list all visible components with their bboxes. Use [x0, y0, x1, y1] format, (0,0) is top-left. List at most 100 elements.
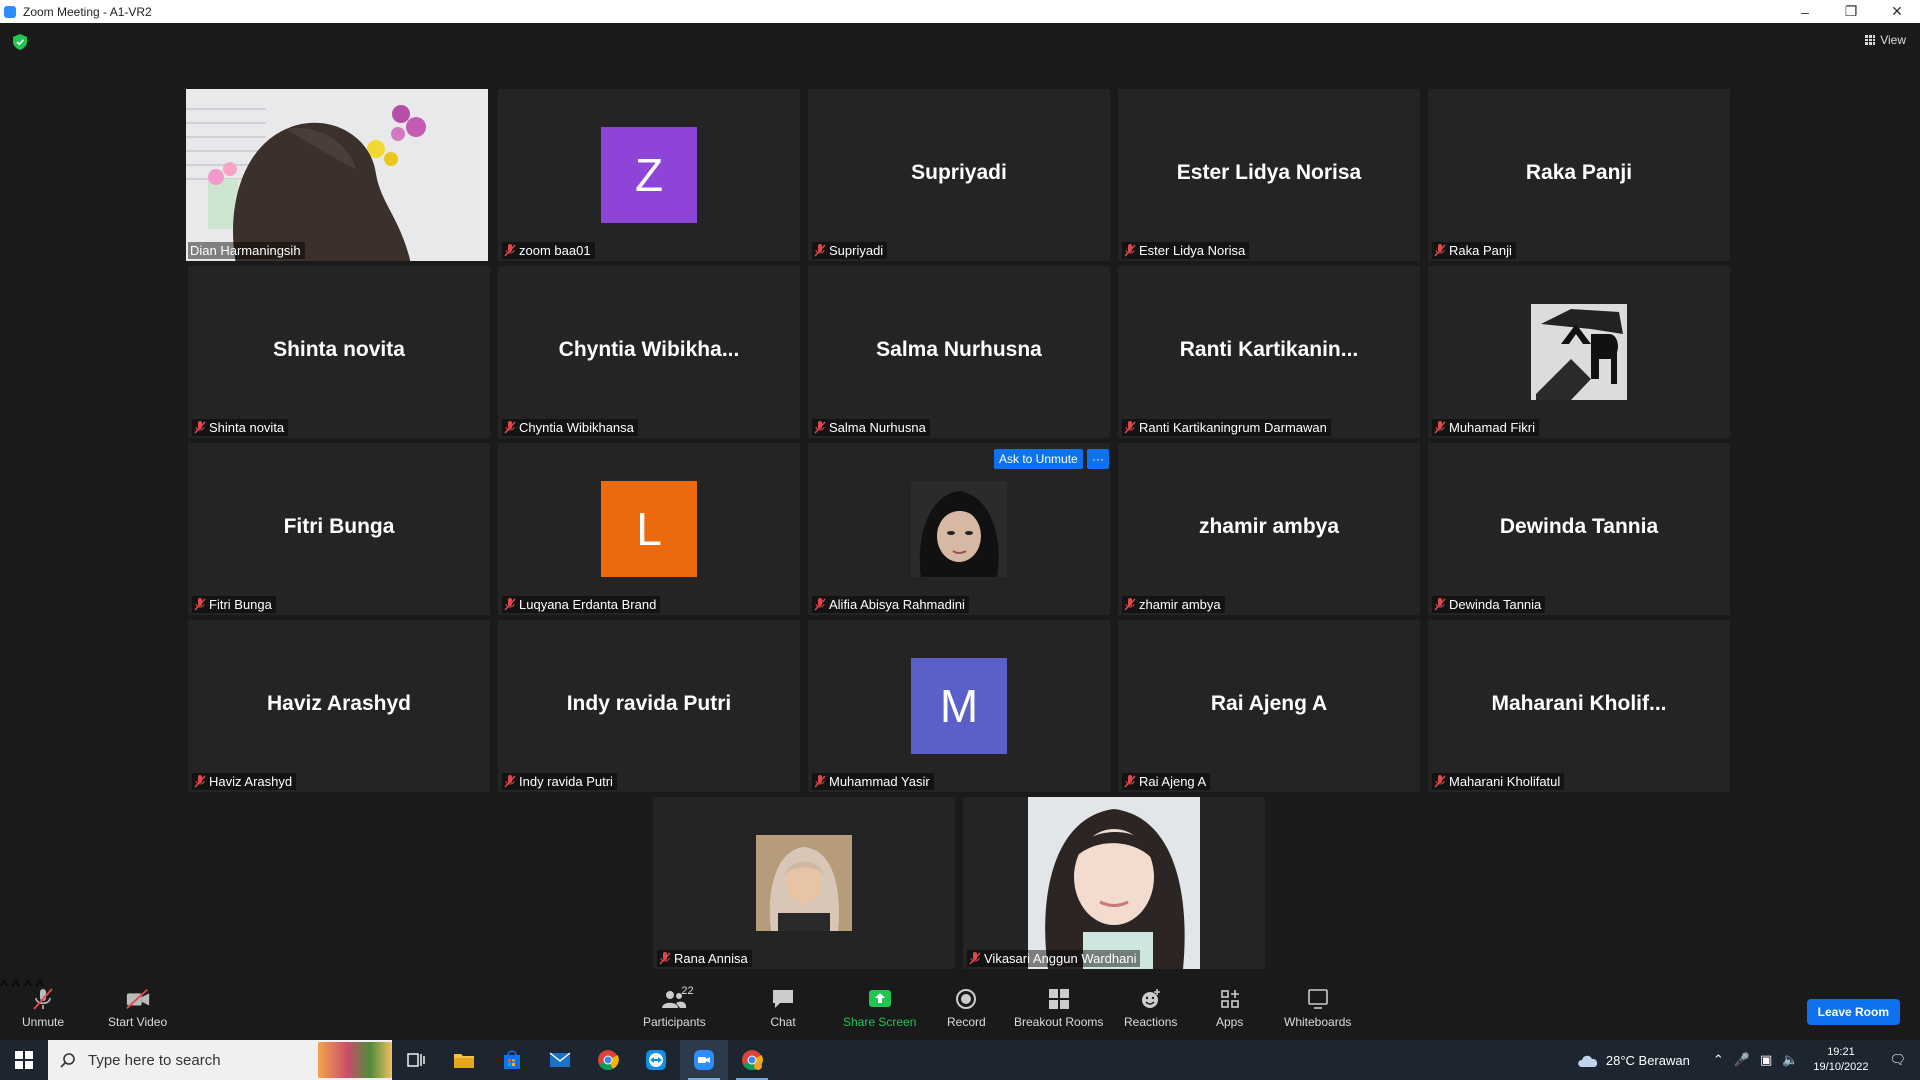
- taskbar-store[interactable]: [488, 1040, 536, 1080]
- muted-mic-icon: [1434, 775, 1446, 788]
- participant-tile[interactable]: zhamir ambya zhamir ambya: [1118, 443, 1420, 615]
- participant-tile[interactable]: Supriyadi Supriyadi: [808, 89, 1110, 261]
- unmute-button[interactable]: Unmute: [22, 988, 64, 1029]
- participant-tile[interactable]: Indy ravida Putri Indy ravida Putri: [498, 620, 800, 792]
- profile-picture: [756, 835, 852, 931]
- record-button[interactable]: Record: [947, 988, 986, 1029]
- participant-tile[interactable]: Rai Ajeng A Rai Ajeng A: [1118, 620, 1420, 792]
- profile-picture: [1531, 304, 1627, 400]
- participant-video-dian: [186, 89, 488, 261]
- task-view-button[interactable]: [392, 1040, 440, 1080]
- ask-to-unmute-button[interactable]: Ask to Unmute: [994, 449, 1083, 469]
- weather-widget[interactable]: 28°C Berawan: [1576, 1052, 1690, 1068]
- leave-room-button[interactable]: Leave Room: [1806, 999, 1900, 1025]
- taskbar-file-explorer[interactable]: [440, 1040, 488, 1080]
- video-options-chevron-icon[interactable]: ^: [12, 978, 20, 995]
- clock[interactable]: 19:21 19/10/2022: [1813, 1045, 1868, 1075]
- muted-mic-icon: [1434, 598, 1446, 611]
- taskbar-chrome[interactable]: [584, 1040, 632, 1080]
- taskbar-zoom[interactable]: [680, 1040, 728, 1080]
- taskbar-mail[interactable]: [536, 1040, 584, 1080]
- zoom-icon: [694, 1050, 714, 1070]
- view-button[interactable]: View: [1865, 33, 1906, 47]
- participant-tile[interactable]: Haviz Arashyd Haviz Arashyd: [188, 620, 490, 792]
- participant-tile[interactable]: Raka Panji Raka Panji: [1428, 89, 1730, 261]
- muted-mic-icon: [504, 775, 516, 788]
- participant-tile[interactable]: Vikasari Anggun Wardhani: [963, 797, 1265, 969]
- participants-button[interactable]: 22 Participants: [643, 985, 706, 1029]
- participant-name-label: Chyntia Wibikhansa: [502, 419, 638, 436]
- encryption-shield-icon[interactable]: [13, 34, 27, 50]
- muted-mic-icon: [504, 421, 516, 434]
- participant-tile[interactable]: Ester Lidya Norisa Ester Lidya Norisa: [1118, 89, 1420, 261]
- meeting-toolbar: Unmute ^ Start Video ^ 22 Participants C…: [0, 978, 1920, 1040]
- windows-logo-icon: [15, 1051, 33, 1069]
- muted-mic-icon: [194, 775, 206, 788]
- reactions-button[interactable]: Reactions: [1124, 988, 1177, 1029]
- start-video-button[interactable]: Start Video: [108, 988, 167, 1029]
- participant-display-name: Salma Nurhusna: [876, 338, 1042, 361]
- volume-icon[interactable]: 🔈: [1782, 1052, 1798, 1068]
- apps-button[interactable]: Apps: [1216, 988, 1243, 1029]
- muted-mic-icon: [194, 598, 206, 611]
- breakout-rooms-icon: [1046, 988, 1072, 1010]
- whiteboards-button[interactable]: Whiteboards: [1284, 988, 1351, 1029]
- participant-name-label: Haviz Arashyd: [192, 773, 297, 790]
- muted-mic-icon: [1124, 775, 1136, 788]
- breakout-rooms-button[interactable]: Breakout Rooms: [1014, 988, 1103, 1029]
- search-icon: [60, 1053, 75, 1068]
- participant-tile[interactable]: M Muhammad Yasir: [808, 620, 1110, 792]
- muted-mic-icon: [1434, 421, 1446, 434]
- muted-mic-icon: [969, 952, 981, 965]
- start-button[interactable]: [0, 1040, 48, 1080]
- participant-tile[interactable]: Chyntia Wibikha... Chyntia Wibikhansa: [498, 266, 800, 438]
- cloud-icon: [1578, 1055, 1598, 1067]
- microphone-tray-icon[interactable]: 🎤: [1734, 1052, 1750, 1068]
- participant-tile[interactable]: Shinta novita Shinta novita: [188, 266, 490, 438]
- muted-microphone-icon: [30, 988, 56, 1010]
- chat-button[interactable]: Chat: [770, 988, 796, 1029]
- participant-name-label: Raka Panji: [1432, 242, 1516, 259]
- participant-name-label: Shinta novita: [192, 419, 289, 436]
- participant-display-name: Haviz Arashyd: [267, 692, 411, 715]
- muted-mic-icon: [194, 421, 206, 434]
- participant-display-name: Ranti Kartikanin...: [1179, 338, 1359, 361]
- view-label: View: [1880, 33, 1906, 47]
- participant-video-vikasari: [1028, 797, 1200, 969]
- zoom-app-icon: [4, 5, 16, 18]
- close-button[interactable]: ✕: [1874, 0, 1920, 23]
- participant-tile[interactable]: Rana Annisa: [653, 797, 955, 969]
- taskbar-remote-app[interactable]: [632, 1040, 680, 1080]
- participant-display-name: Indy ravida Putri: [566, 692, 732, 715]
- participant-tile[interactable]: Dewinda Tannia Dewinda Tannia: [1428, 443, 1730, 615]
- muted-mic-icon: [814, 244, 826, 257]
- muted-mic-icon: [814, 598, 826, 611]
- participant-tile[interactable]: Salma Nurhusna Salma Nurhusna: [808, 266, 1110, 438]
- participant-tile[interactable]: Muhamad Fikri: [1428, 266, 1730, 438]
- more-options-button[interactable]: ···: [1087, 449, 1109, 469]
- show-hidden-icons-chevron-icon[interactable]: ⌃: [1713, 1052, 1724, 1068]
- notification-center-icon[interactable]: 🗨: [1889, 1052, 1906, 1068]
- taskbar-search-input[interactable]: Type here to search: [48, 1040, 392, 1080]
- restore-button[interactable]: ❐: [1828, 0, 1874, 23]
- taskbar-chrome-profile[interactable]: [728, 1040, 776, 1080]
- participant-name-label: Indy ravida Putri: [502, 773, 617, 790]
- network-icon[interactable]: ▣: [1760, 1052, 1772, 1068]
- participant-tile[interactable]: Dian Harmaningsih: [186, 89, 488, 261]
- participant-name-label: Ranti Kartikaningrum Darmawan: [1122, 419, 1331, 436]
- audio-options-chevron-icon[interactable]: ^: [0, 978, 8, 995]
- minimize-button[interactable]: –: [1782, 0, 1828, 23]
- participant-tile[interactable]: Maharani Kholif... Maharani Kholifatul: [1428, 620, 1730, 792]
- participant-tile[interactable]: Ranti Kartikanin... Ranti Kartikaningrum…: [1118, 266, 1420, 438]
- participant-tile[interactable]: Fitri Bunga Fitri Bunga: [188, 443, 490, 615]
- participants-icon: 22: [661, 985, 694, 1010]
- participant-tile[interactable]: Z zoom baa01: [498, 89, 800, 261]
- participant-tile[interactable]: L Luqyana Erdanta Brand: [498, 443, 800, 615]
- share-screen-button[interactable]: Share Screen: [843, 988, 916, 1029]
- chat-icon: [770, 988, 796, 1010]
- participant-name-label: zoom baa01: [502, 242, 595, 259]
- mail-icon: [549, 1052, 571, 1067]
- muted-mic-icon: [1434, 244, 1446, 257]
- participant-display-name: Maharani Kholif...: [1491, 692, 1667, 715]
- window-titlebar: Zoom Meeting - A1-VR2 – ❐ ✕: [0, 0, 1920, 23]
